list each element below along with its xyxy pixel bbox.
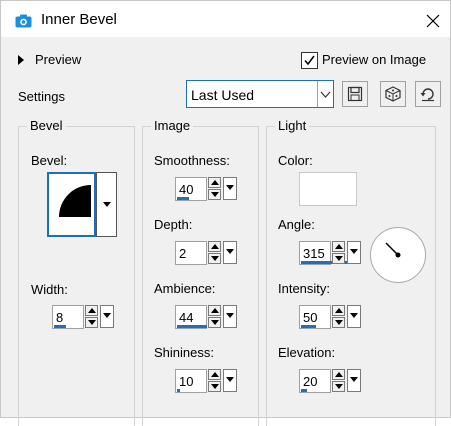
angle-value: 315 (303, 246, 325, 261)
elevation-label: Elevation: (278, 345, 336, 360)
light-group-title: Light (275, 118, 310, 133)
randomize-button[interactable] (380, 81, 406, 107)
depth-label: Depth: (154, 217, 193, 232)
shininess-value: 10 (179, 374, 194, 389)
angle-increment[interactable] (332, 241, 345, 252)
elevation-spinner[interactable]: 20 (299, 369, 365, 395)
shininess-spinner[interactable]: 10 (175, 369, 241, 395)
save-preset-button[interactable] (342, 81, 368, 107)
angle-slider-dropdown[interactable] (347, 241, 361, 264)
inner-bevel-dialog: Inner Bevel Preview Preview on Image Set… (0, 0, 451, 426)
window-title: Inner Bevel (41, 11, 117, 28)
width-value: 8 (56, 310, 64, 325)
elevation-value: 20 (303, 374, 318, 389)
smoothness-decrement[interactable] (208, 189, 221, 200)
bevel-shape-icon (59, 185, 91, 217)
ambience-spinner[interactable]: 44 (175, 305, 241, 331)
preview-label: Preview (35, 52, 82, 67)
width-field[interactable]: 8 (52, 305, 84, 329)
angle-field[interactable]: 315 (299, 241, 357, 265)
depth-increment[interactable] (208, 241, 221, 252)
ambience-level (177, 325, 207, 328)
checkmark-icon (304, 55, 315, 66)
elevation-decrement[interactable] (332, 381, 345, 392)
elevation-slider-dropdown[interactable] (347, 369, 361, 392)
intensity-level (301, 325, 316, 328)
depth-field[interactable]: 2 (175, 241, 207, 265)
angle-spinner[interactable]: 315 (299, 241, 365, 267)
light-color-swatch[interactable] (299, 172, 357, 206)
dice-icon (385, 86, 401, 102)
intensity-increment[interactable] (332, 305, 345, 316)
intensity-field[interactable]: 50 (299, 305, 331, 329)
width-slider-dropdown[interactable] (100, 305, 114, 328)
shininess-field[interactable]: 10 (175, 369, 207, 393)
width-spinner[interactable]: 8 (52, 305, 118, 331)
intensity-slider-dropdown[interactable] (347, 305, 361, 328)
bevel-shape-picker[interactable] (47, 172, 96, 237)
image-group-title: Image (151, 118, 194, 133)
width-increment[interactable] (85, 305, 98, 316)
elevation-increment[interactable] (332, 369, 345, 380)
preset-chevron[interactable] (317, 81, 333, 107)
chevron-down-icon (320, 91, 331, 98)
save-preset-icon (347, 86, 363, 102)
bevel-group-title: Bevel (27, 118, 66, 133)
width-level (54, 325, 66, 328)
width-label: Width: (31, 282, 68, 297)
reset-icon (420, 88, 434, 102)
settings-label: Settings (18, 89, 65, 104)
preset-dropdown[interactable]: Last Used (186, 80, 334, 108)
reset-button[interactable] (415, 81, 441, 107)
intensity-label: Intensity: (278, 281, 331, 296)
close-icon[interactable] (421, 9, 445, 33)
angle-dial[interactable] (369, 226, 427, 284)
bevel-shape-dropdown[interactable] (96, 172, 117, 237)
intensity-decrement[interactable] (332, 317, 345, 328)
depth-spinner[interactable]: 2 (175, 241, 241, 267)
width-decrement[interactable] (85, 317, 98, 328)
smoothness-increment[interactable] (208, 177, 221, 188)
depth-slider-dropdown[interactable] (223, 241, 237, 264)
smoothness-field[interactable]: 40 (175, 177, 207, 201)
shininess-level (177, 389, 180, 392)
ambience-label: Ambience: (154, 281, 216, 296)
color-label: Color: (278, 153, 313, 168)
intensity-value: 50 (303, 310, 318, 325)
smoothness-label: Smoothness: (154, 153, 230, 168)
intensity-spinner[interactable]: 50 (299, 305, 365, 331)
angle-decrement[interactable] (332, 253, 345, 264)
bevel-group: Bevel (18, 118, 135, 426)
checkbox-box[interactable] (301, 52, 318, 69)
preset-value: Last Used (191, 87, 255, 103)
angle-label: Angle: (278, 217, 315, 232)
shininess-decrement[interactable] (208, 381, 221, 392)
depth-decrement[interactable] (208, 253, 221, 264)
ambience-field[interactable]: 44 (175, 305, 207, 329)
elevation-level (301, 389, 307, 392)
shininess-slider-dropdown[interactable] (223, 369, 237, 392)
title-bar: Inner Bevel (1, 1, 450, 37)
ambience-value: 44 (179, 310, 194, 325)
depth-value: 2 (179, 246, 187, 261)
elevation-field[interactable]: 20 (299, 369, 331, 393)
smoothness-slider-dropdown[interactable] (223, 177, 237, 200)
ambience-slider-dropdown[interactable] (223, 305, 237, 328)
ambience-decrement[interactable] (208, 317, 221, 328)
bevel-label: Bevel: (31, 153, 68, 168)
smoothness-spinner[interactable]: 40 (175, 177, 241, 203)
camera-icon (15, 14, 32, 28)
ambience-increment[interactable] (208, 305, 221, 316)
expand-arrow-icon (18, 55, 24, 65)
preview-on-image-label: Preview on Image (322, 52, 427, 67)
smoothness-value: 40 (179, 182, 194, 197)
shininess-increment[interactable] (208, 369, 221, 380)
smoothness-level (177, 197, 189, 200)
shininess-label: Shininess: (154, 345, 214, 360)
